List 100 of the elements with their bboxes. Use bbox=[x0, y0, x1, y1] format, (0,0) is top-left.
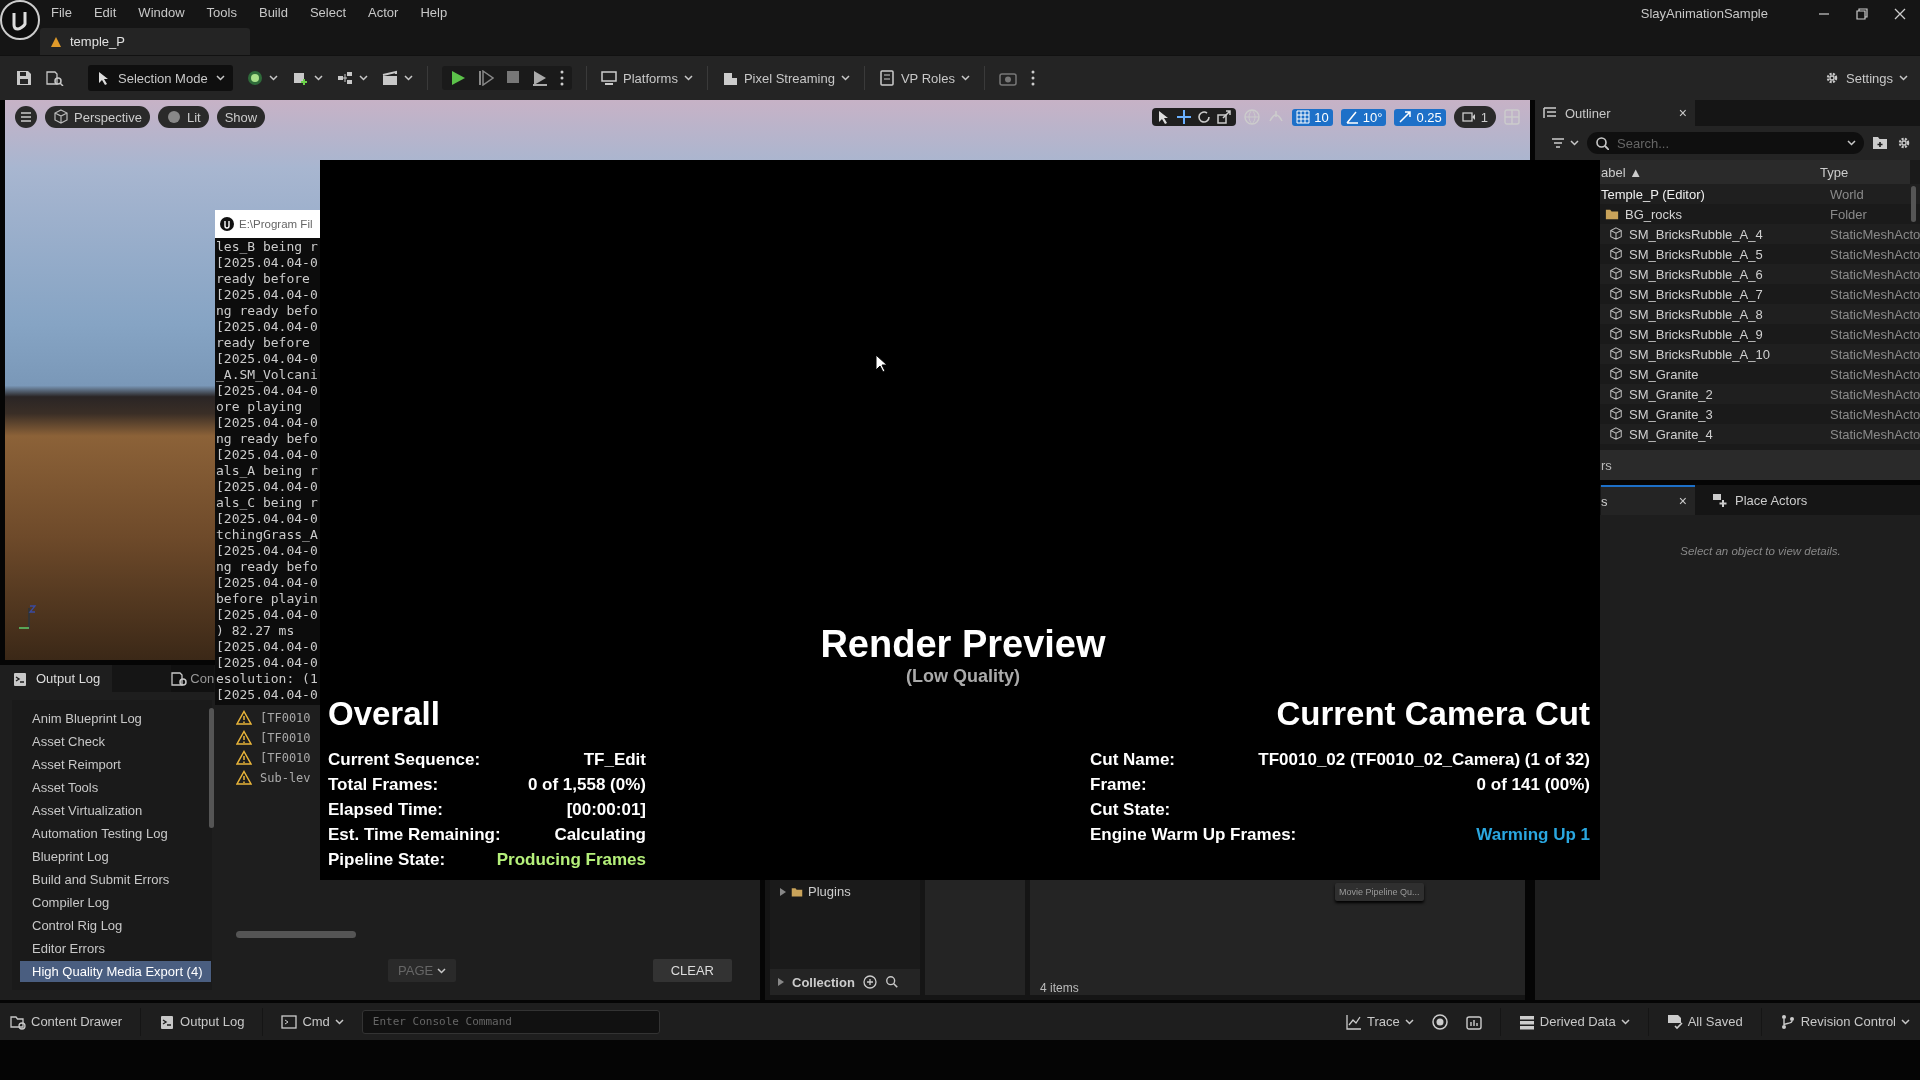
category-item[interactable]: Blueprint Log bbox=[20, 846, 204, 867]
rotate-icon[interactable] bbox=[1197, 110, 1212, 124]
more-icon[interactable] bbox=[1030, 70, 1035, 86]
close-button[interactable]: × bbox=[1678, 105, 1687, 121]
column-header[interactable]: Type bbox=[1820, 164, 1849, 180]
toolbar-dropdown[interactable]: Pixel Streaming bbox=[721, 70, 850, 86]
column-header[interactable]: abel ▲ bbox=[1601, 164, 1643, 180]
tree-item[interactable]: SM_Granite bbox=[1629, 366, 1699, 382]
scrollbar-thumb[interactable] bbox=[1911, 186, 1916, 222]
toolbar-dropdown[interactable]: Platforms bbox=[601, 70, 693, 86]
cube-dropdown[interactable] bbox=[292, 70, 323, 86]
toolbar-dropdown[interactable]: VP Roles bbox=[878, 70, 970, 86]
category-item[interactable]: Asset Virtualization bbox=[20, 800, 204, 821]
view-button[interactable]: Lit bbox=[157, 106, 209, 128]
tree-item[interactable]: SM_BricksRubble_A_9 bbox=[1629, 326, 1763, 342]
close-icon[interactable] bbox=[1894, 8, 1906, 20]
menu-item[interactable]: File bbox=[40, 4, 83, 20]
menu-item[interactable]: Edit bbox=[82, 4, 128, 20]
close-button[interactable]: × bbox=[1678, 493, 1687, 509]
scrollbar-thumb[interactable] bbox=[209, 708, 214, 828]
more-icon[interactable] bbox=[560, 70, 564, 86]
tree-item[interactable]: SM_BricksRubble_A_6 bbox=[1629, 266, 1763, 282]
menu-item[interactable]: Select bbox=[298, 4, 358, 20]
step-icon[interactable] bbox=[478, 70, 494, 86]
tree-item[interactable]: SM_BricksRubble_A_7 bbox=[1629, 286, 1763, 302]
chevron-icon bbox=[1404, 1018, 1414, 1025]
category-item[interactable]: Anim Blueprint Log bbox=[20, 708, 204, 729]
view-button[interactable]: Show bbox=[216, 106, 266, 128]
expand-arrow-icon[interactable] bbox=[778, 978, 784, 986]
settings-button[interactable]: Settings bbox=[1824, 70, 1908, 86]
category-item[interactable]: Control Rig Log bbox=[20, 915, 204, 936]
search-icon[interactable] bbox=[884, 975, 899, 989]
cmd-dropdown[interactable]: Cmd bbox=[281, 1013, 344, 1030]
console-line: ready before bbox=[215, 335, 311, 351]
save-icon[interactable] bbox=[16, 70, 32, 86]
settings-icon[interactable] bbox=[1896, 135, 1912, 151]
scrollbar-thumb[interactable] bbox=[236, 931, 356, 938]
menu-item[interactable]: Build bbox=[247, 4, 299, 20]
tree-item[interactable]: SM_BricksRubble_A_4 bbox=[1629, 226, 1763, 242]
output-log-button[interactable]: Output Log bbox=[159, 1013, 245, 1030]
category-item[interactable]: Asset Tools bbox=[20, 777, 204, 798]
tree-item[interactable]: SM_BricksRubble_A_8 bbox=[1629, 306, 1763, 322]
category-item[interactable]: High Quality Media Export (4) bbox=[20, 961, 211, 982]
panel-tab[interactable]: Con bbox=[171, 665, 215, 692]
menu-icon[interactable] bbox=[15, 106, 37, 128]
panel-tab[interactable]: Output Log bbox=[0, 665, 113, 692]
content-drawer-button[interactable]: Content Drawer bbox=[10, 1013, 123, 1030]
blueprint-dropdown[interactable] bbox=[337, 70, 368, 86]
camera-icon[interactable] bbox=[998, 70, 1017, 86]
sphere-icon bbox=[165, 109, 182, 125]
eject-icon[interactable] bbox=[532, 70, 548, 86]
menu-item[interactable]: Tools bbox=[195, 4, 248, 20]
category-item[interactable]: Asset Check bbox=[20, 731, 204, 752]
snapshot-icon[interactable] bbox=[1465, 1013, 1482, 1030]
category-item[interactable]: Editor Errors bbox=[20, 938, 204, 959]
tree-item[interactable]: BG_rocks bbox=[1625, 206, 1683, 222]
view-button[interactable]: Perspective bbox=[45, 106, 150, 128]
revision-control-dropdown[interactable]: Revision Control bbox=[1779, 1013, 1910, 1030]
add-actor-dropdown[interactable] bbox=[247, 70, 278, 86]
chevron-icon bbox=[960, 75, 970, 81]
search-field[interactable]: Search... bbox=[1587, 132, 1864, 154]
scale-icon[interactable] bbox=[1217, 110, 1232, 124]
console-input[interactable]: Enter Console Command bbox=[361, 1009, 660, 1034]
category-item[interactable]: Build and Submit Errors bbox=[20, 869, 204, 890]
tree-item[interactable]: SM_Granite_3 bbox=[1629, 406, 1713, 422]
menu-item[interactable]: Actor bbox=[357, 4, 410, 20]
record-icon[interactable] bbox=[1431, 1013, 1448, 1030]
add-folder-icon[interactable] bbox=[1872, 136, 1888, 150]
mode-dropdown[interactable]: Selection Mode bbox=[88, 65, 233, 91]
tree-item[interactable]: SM_BricksRubble_A_5 bbox=[1629, 246, 1763, 262]
panel-tab[interactable]: Outliner × bbox=[1535, 100, 1695, 126]
category-item[interactable]: Automation Testing Log bbox=[20, 823, 204, 844]
stop-icon[interactable] bbox=[506, 70, 520, 84]
level-tab[interactable]: temple_P bbox=[40, 28, 250, 55]
console-command-input[interactable]: Enter Console Command bbox=[370, 1014, 651, 1029]
add-icon[interactable] bbox=[862, 975, 877, 989]
tree-item[interactable]: SM_Granite_2 bbox=[1629, 386, 1713, 402]
console-line: les_B being r bbox=[215, 239, 319, 255]
menu-item[interactable]: Help bbox=[409, 4, 459, 20]
restore-icon[interactable] bbox=[1856, 8, 1868, 20]
tree-item[interactable]: Temple_P (Editor) bbox=[1601, 186, 1705, 202]
tree-item[interactable]: SM_Granite_4 bbox=[1629, 426, 1713, 442]
category-item[interactable]: Asset Reimport bbox=[20, 754, 204, 775]
menu-item[interactable]: Window bbox=[127, 4, 196, 20]
category-item[interactable]: Compiler Log bbox=[20, 892, 204, 913]
play-icon[interactable] bbox=[450, 70, 466, 86]
clapper-dropdown[interactable] bbox=[382, 70, 413, 86]
logo-icon[interactable] bbox=[0, 0, 40, 40]
panel-tab[interactable]: s × bbox=[1601, 485, 1695, 515]
expand-arrow-icon[interactable] bbox=[780, 887, 786, 896]
move-icon[interactable] bbox=[1177, 110, 1192, 124]
asset-tile[interactable]: Movie Pipeline Qu... bbox=[1335, 883, 1424, 901]
tree-item[interactable]: SM_BricksRubble_A_10 bbox=[1629, 346, 1770, 362]
folder-item[interactable]: Plugins bbox=[808, 884, 851, 899]
trace-dropdown[interactable]: Trace bbox=[1346, 1013, 1414, 1030]
clear-button[interactable]: CLEAR bbox=[652, 959, 732, 982]
derived-data-dropdown[interactable]: Derived Data bbox=[1518, 1013, 1630, 1030]
filter-button[interactable] bbox=[1551, 137, 1579, 149]
browse-icon[interactable] bbox=[46, 70, 64, 86]
save-status-button[interactable]: All Saved bbox=[1666, 1013, 1743, 1030]
